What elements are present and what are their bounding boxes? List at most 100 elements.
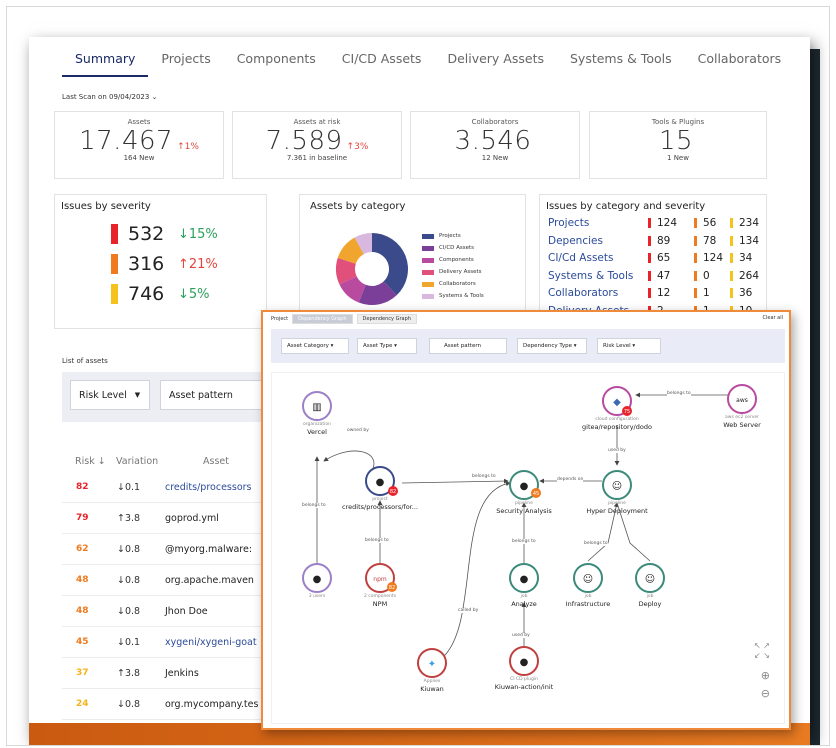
tab-projects[interactable]: Projects [148,37,223,77]
category-row[interactable]: Systems & Tools 47 0 264 [548,270,776,282]
severity-row[interactable]: 532 ↓15% [111,223,218,245]
building-icon: ▥ [312,402,321,413]
legend-item: Systems & Tools [422,293,484,299]
edge-label: belongs to [667,391,691,396]
severity-bar [111,224,118,244]
variation-value: ↓0.8 [117,606,141,617]
category-row[interactable]: Depencies 89 78 134 [548,235,776,247]
tab-bar: Summary Projects Components CI/CD Assets Del… [62,37,794,77]
edge-project-belongs-to [401,478,509,484]
github-icon: ● [520,657,529,668]
asset-category-select[interactable]: Asset Category ▾ [281,338,349,354]
github-icon: ● [376,477,385,488]
node-name[interactable]: Kiuwan-action/init [495,683,553,691]
last-scan-dropdown[interactable]: Last Scan on 09/04/2023 ⌄ [62,93,157,101]
node-name[interactable]: Hyper Deployment [586,507,647,515]
node-type: job [646,594,654,599]
header-variation[interactable]: Variation [116,456,158,467]
node-name[interactable]: Analyze [511,600,537,608]
tab-dependency-graph[interactable]: Dependency Graph [356,314,417,324]
node-name[interactable]: NPM [373,600,387,608]
node-type: project [372,497,388,502]
variation-value: ↓0.8 [117,544,141,555]
medium-count: 134 [739,234,760,247]
node-name[interactable]: Web Server [723,421,761,429]
header-asset[interactable]: Asset [203,456,229,467]
node-name[interactable]: Security Analysis [496,507,552,515]
node-type: organization [303,422,331,427]
node-name[interactable]: Vercel [307,428,327,436]
category-row[interactable]: CI/Cd Assets 65 124 34 [548,252,776,264]
category-name[interactable]: Depencies [548,235,648,247]
edge-label: used by [512,633,530,638]
stat-value: 15 [658,126,694,156]
medium-bar [730,218,733,228]
category-name[interactable]: Systems & Tools [548,270,648,282]
medium-bar [730,288,733,298]
node-name[interactable]: gitea/repository/dodo [582,423,652,431]
tab-components[interactable]: Components [224,37,329,77]
node-type: CI CD plugin [510,677,538,682]
tab-delivery-assets[interactable]: Delivery Assets [434,37,557,77]
assets-by-category-card: Assets by category Projects CI/CD Assets C… [299,194,526,329]
variation-value: ↓0.8 [117,575,141,586]
node-name[interactable]: Kiuwan [420,685,444,693]
stat-card[interactable]: Tools & Plugins 15 1 New [589,111,767,179]
category-name[interactable]: Collaborators [548,287,648,299]
category-name[interactable]: Projects [548,217,648,229]
category-row[interactable]: Collaborators 12 1 36 [548,287,776,299]
category-name[interactable]: CI/Cd Assets [548,252,648,264]
asset-name: @myorg.malware: [165,544,253,555]
risk-level-select[interactable]: Risk Level ▼ [70,380,150,410]
graph-canvas[interactable]: ▥ ● ● ☺ ◆ aws ● npm ● ☺ ☺ ✦ ● 82 45 82 7… [271,372,785,724]
legend-swatch [422,281,434,287]
high-count: 124 [703,252,724,264]
node-name[interactable]: credits/processors/for... [342,503,418,511]
legend-swatch [422,257,434,263]
stat-card[interactable]: Assets at risk 7.589 ↑3% 7.361 in baselin… [232,111,402,179]
dependency-type-select[interactable]: Dependency Type ▾ [517,338,587,354]
legend-swatch [422,293,434,299]
node-type: Appliex [423,679,441,684]
severity-row[interactable]: 746 ↓5% [111,283,210,305]
expand-icon[interactable]: ↖ ↗ [754,641,770,650]
risk-score: 82 [76,482,89,492]
risk-level-label: Risk Level [79,389,127,401]
asset-pattern-field[interactable]: Asset pattern [429,338,507,354]
tab-dependency-graph-active[interactable]: Dependency Graph [292,314,353,324]
high-count: 1 [703,287,710,299]
node-name[interactable]: Infrastructure [566,600,610,608]
clear-all-link[interactable]: Clear all [762,315,783,321]
node-name[interactable]: Deploy [639,600,662,608]
zoom-out-icon[interactable]: ⊖ [761,687,770,700]
critical-bar [648,235,651,246]
risk-level-select-graph[interactable]: Risk Level ▾ [597,338,661,354]
stat-subtext: 7.361 in baseline [286,154,348,162]
tab-collaborators[interactable]: Collaborators [685,37,795,77]
critical-count: 12 [657,287,671,299]
variation-value: ↑3.8 [117,668,141,679]
stat-title: Collaborators [471,118,519,126]
header-risk[interactable]: Risk ↓ [75,456,106,467]
category-row[interactable]: Projects 124 56 234 [548,217,776,229]
node-type: cloud configuration [595,417,639,422]
high-count: 78 [703,234,717,247]
node-type: job [584,594,592,599]
tab-ci-cd-assets[interactable]: CI/CD Assets [329,37,435,77]
asset-name[interactable]: xygeni/xygeni-goat [165,637,257,648]
asset-type-select[interactable]: Asset Type ▾ [357,338,417,354]
severity-row[interactable]: 316 ↑21% [111,253,218,275]
tab-systems-tools[interactable]: Systems & Tools [557,37,685,77]
high-bar [694,218,697,228]
tab-summary[interactable]: Summary [62,37,149,77]
critical-bar [648,288,651,298]
stat-card[interactable]: Assets 17.467 ↑1% 164 New [54,111,224,179]
collapse-icon[interactable]: ↙ ↘ [754,651,770,660]
stat-title: Tools & Plugins [651,118,705,126]
zoom-in-icon[interactable]: ⊕ [761,669,770,682]
stat-card[interactable]: Collaborators 3.546 12 New [410,111,580,179]
asset-name[interactable]: credits/processors [165,482,251,493]
risk-score: 24 [76,699,89,709]
variation-value: ↓0.1 [117,637,141,648]
dependency-graph-panel: Project Dependency Graph Dependency Grap… [261,310,791,730]
